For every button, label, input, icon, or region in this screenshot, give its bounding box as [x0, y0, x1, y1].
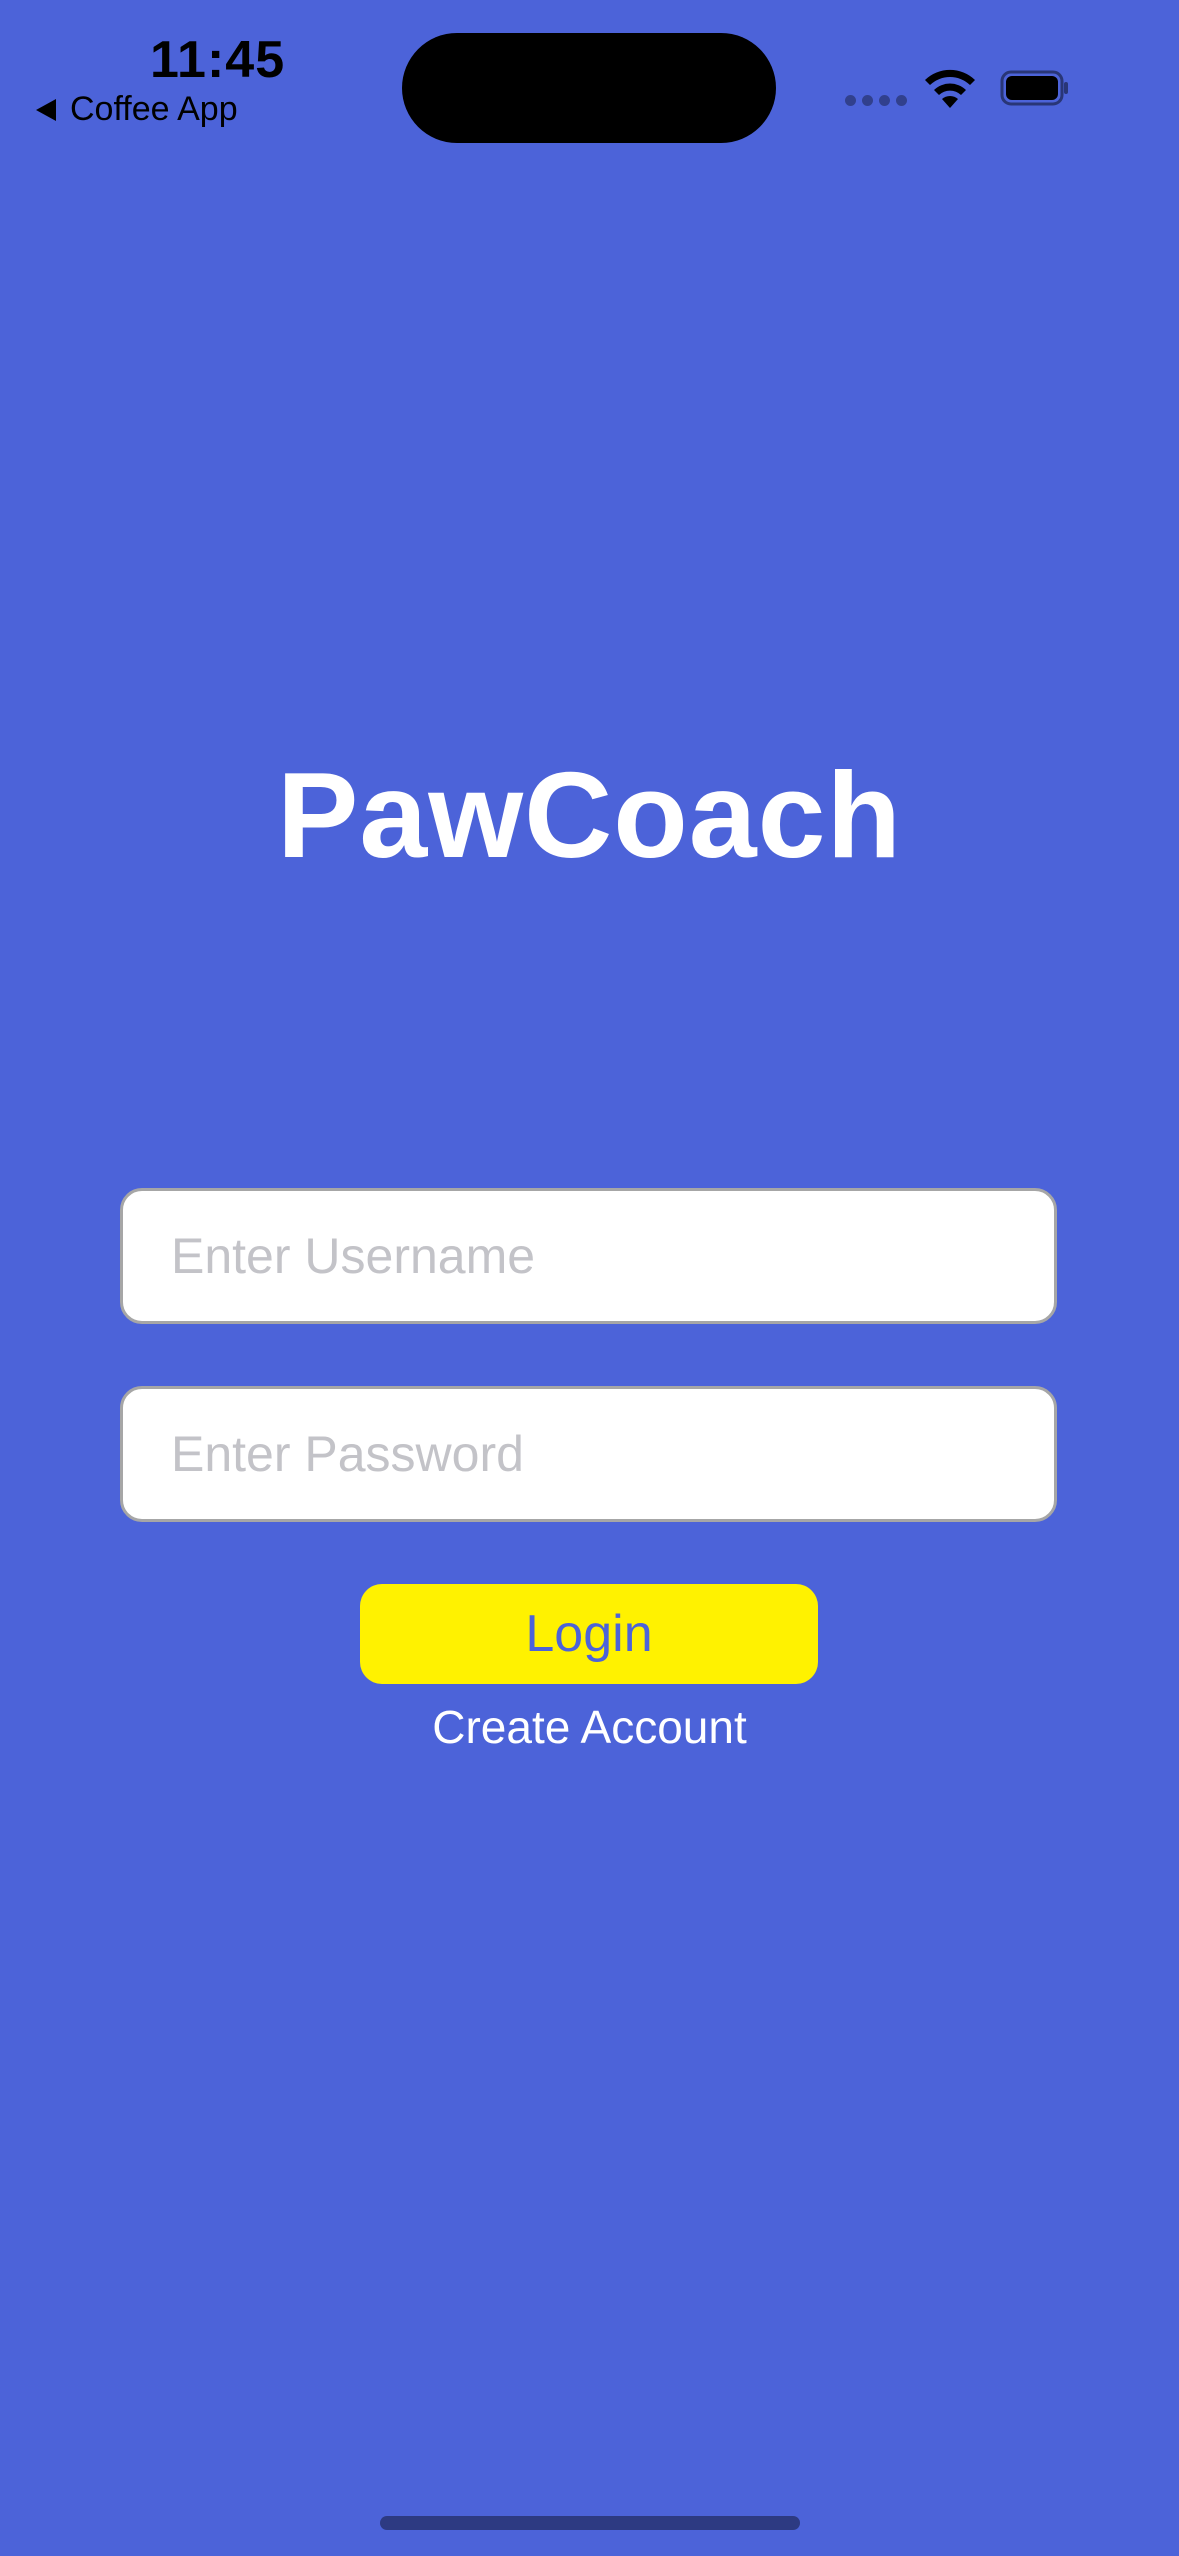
home-indicator[interactable]: [380, 2516, 800, 2530]
create-account-link[interactable]: Create Account: [0, 1700, 1179, 1754]
username-input[interactable]: [169, 1226, 1054, 1286]
battery-icon: [1000, 70, 1068, 106]
status-time: 11:45: [150, 31, 286, 89]
app-title: PawCoach: [277, 747, 902, 883]
password-field[interactable]: [120, 1386, 1057, 1522]
status-bar: 11:45 Coffee App: [0, 0, 1179, 150]
login-button[interactable]: Login: [360, 1584, 818, 1684]
signal-icon: [845, 95, 907, 106]
back-arrow-icon: [36, 98, 56, 121]
wifi-icon: [925, 69, 975, 108]
username-field[interactable]: [120, 1188, 1057, 1324]
back-to-app-link[interactable]: Coffee App: [36, 90, 238, 129]
password-input[interactable]: [169, 1424, 1054, 1484]
back-app-label: Coffee App: [70, 90, 238, 128]
dynamic-island: [402, 33, 776, 143]
